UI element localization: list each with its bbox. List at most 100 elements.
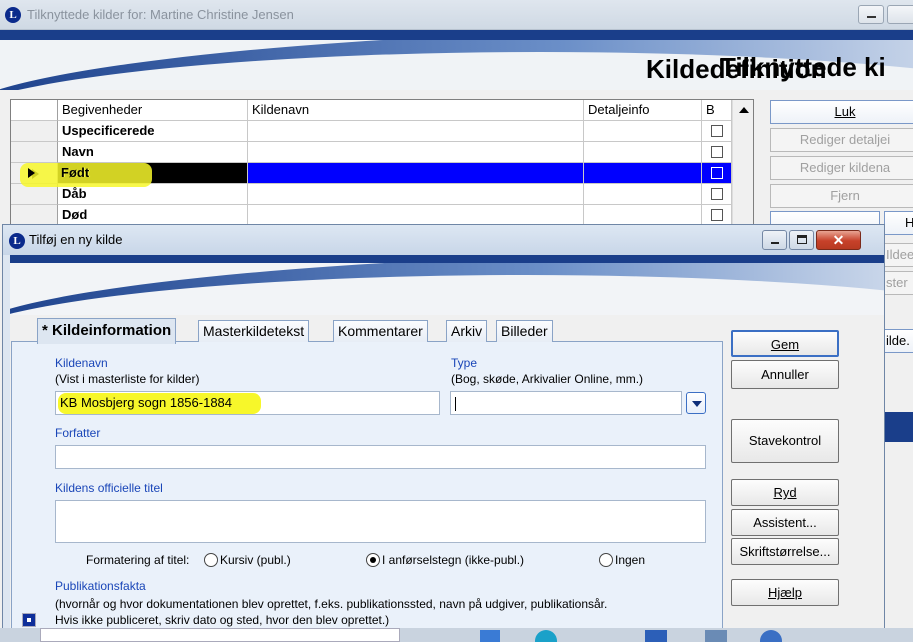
detail-cell: [584, 142, 702, 163]
annuller-button[interactable]: Annuller: [731, 360, 839, 389]
stavekontrol-button[interactable]: Stavekontrol: [731, 419, 839, 463]
b-checkbox[interactable]: [711, 188, 723, 200]
forfatter-label: Forfatter: [55, 426, 101, 440]
titel-input[interactable]: [55, 500, 706, 543]
source-cell: [248, 163, 584, 184]
maximize-button[interactable]: [887, 5, 913, 24]
row-selector[interactable]: [11, 142, 58, 163]
b-cell: [702, 121, 732, 142]
tab-label: Masterkildetekst: [203, 323, 305, 339]
tab-billeder[interactable]: Billeder: [496, 320, 553, 342]
ryd-button[interactable]: Ryd: [731, 479, 839, 506]
ryd-label: Ryd: [773, 485, 797, 500]
text-caret: [455, 396, 456, 411]
formatering-label: Formatering af titel:: [86, 553, 189, 567]
radio-button-icon[interactable]: [204, 553, 218, 567]
grid-header-row: Begivenheder Kildenavn Detaljeinfo B: [11, 100, 753, 121]
tab-masterkildetekst[interactable]: Masterkildetekst: [198, 320, 310, 342]
field-options-icon[interactable]: [22, 613, 36, 627]
tab-arkiv[interactable]: Arkiv: [446, 320, 488, 342]
kildenavn-input[interactable]: KB Mosbjerg sogn 1856-1884: [55, 391, 440, 415]
minimize-icon: [867, 16, 876, 18]
luk-button[interactable]: Luk: [770, 100, 913, 124]
b-checkbox[interactable]: [711, 167, 723, 179]
radio-ingen[interactable]: Ingen: [599, 553, 645, 567]
grid-scrollbar[interactable]: [732, 100, 753, 228]
b-cell: [702, 142, 732, 163]
taskbar-app-icon[interactable]: [760, 630, 782, 642]
partial-button-1[interactable]: Ildee: [884, 243, 913, 267]
hjaelp-label: Hjælp: [768, 585, 802, 600]
fjern-label: Fjern: [830, 188, 860, 203]
taskbar-app-icon[interactable]: [480, 630, 500, 642]
publikationsfakta-hint-2: Hvis ikke publiceret, skriv dato og sted…: [55, 613, 390, 627]
radio-button-icon[interactable]: [599, 553, 613, 567]
table-row[interactable]: Navn: [11, 142, 753, 163]
fjern-button[interactable]: Fjern: [770, 184, 913, 208]
column-header-begivenheder[interactable]: Begivenheder: [58, 100, 248, 121]
partial-button-h[interactable]: H: [884, 211, 913, 235]
tab-kildeinformation[interactable]: * Kildeinformation: [37, 318, 177, 344]
taskbar-app-icon[interactable]: [535, 630, 557, 642]
detail-cell: [584, 205, 702, 226]
dialog-minimize-button[interactable]: [762, 230, 787, 250]
back-window-title: Tilknyttede kilder for: Martine Christin…: [27, 7, 294, 22]
radio-kursiv[interactable]: Kursiv (publ.): [204, 553, 291, 567]
kildenavn-value: KB Mosbjerg sogn 1856-1884: [60, 395, 233, 410]
chevron-down-icon: [692, 401, 702, 407]
rediger-detaljer-label: Rediger detaljei: [799, 132, 891, 147]
type-combobox[interactable]: [450, 391, 682, 415]
tab-label: Arkiv: [451, 323, 483, 339]
row-selector[interactable]: [11, 121, 58, 142]
taskbar-app-icon[interactable]: [645, 630, 667, 642]
skriftstoerrelse-button[interactable]: Skriftstørrelse...: [731, 538, 839, 565]
column-header-b[interactable]: B: [702, 100, 732, 121]
row-selector[interactable]: [11, 184, 58, 205]
column-header-detaljeinfo[interactable]: Detaljeinfo: [584, 100, 702, 121]
assistent-button[interactable]: Assistent...: [731, 509, 839, 536]
taskbar-preview: [40, 628, 400, 642]
table-row[interactable]: Uspecificerede: [11, 121, 753, 142]
event-cell: Navn: [58, 142, 248, 163]
radio-anfoerselstegn[interactable]: I anførselstegn (ikke-publ.): [366, 553, 524, 567]
partial-button-3[interactable]: ilde.: [884, 329, 913, 353]
current-row-arrow-icon: [28, 168, 35, 178]
rediger-detaljer-button[interactable]: Rediger detaljei: [770, 128, 913, 152]
app-logo-icon: L: [9, 233, 25, 249]
partial-button-2[interactable]: ster: [884, 271, 913, 295]
b-checkbox[interactable]: [711, 125, 723, 137]
taskbar-app-icon[interactable]: [705, 630, 727, 642]
partial-2-label: ster: [886, 275, 908, 290]
dialog-maximize-button[interactable]: [789, 230, 814, 250]
detail-cell: [584, 163, 702, 184]
back-window-titlebar: L Tilknyttede kilder for: Martine Christ…: [0, 0, 913, 30]
b-checkbox[interactable]: [711, 146, 723, 158]
hjaelp-button[interactable]: Hjælp: [731, 579, 839, 606]
b-cell: [702, 205, 732, 226]
tab-label: * Kildeinformation: [42, 322, 172, 339]
column-header-kildenavn[interactable]: Kildenavn: [248, 100, 584, 121]
gem-button[interactable]: Gem: [731, 330, 839, 357]
minimize-button[interactable]: [858, 5, 884, 24]
dialog-close-button[interactable]: ✕: [816, 230, 861, 250]
luk-label: Luk: [834, 104, 856, 119]
minimize-icon: [771, 242, 779, 244]
b-checkbox[interactable]: [711, 209, 723, 221]
radio-button-selected-icon[interactable]: [366, 553, 380, 567]
rediger-kildenavn-button[interactable]: Rediger kildena: [770, 156, 913, 180]
taskbar: [0, 628, 913, 642]
b-cell: [702, 163, 732, 184]
forfatter-input[interactable]: [55, 445, 706, 469]
source-cell: [248, 121, 584, 142]
dialog-title: Tilføj en ny kilde: [29, 232, 123, 247]
table-row[interactable]: Død: [11, 205, 753, 226]
radio-ingen-label: Ingen: [615, 553, 646, 567]
rediger-kildenavn-label: Rediger kildena: [799, 160, 891, 175]
type-dropdown-button[interactable]: [686, 392, 706, 414]
table-row[interactable]: Dåb: [11, 184, 753, 205]
dialog-titlebar: L Tilføj en ny kilde ✕: [3, 225, 884, 255]
row-selector[interactable]: [11, 205, 58, 226]
tab-kommentarer[interactable]: Kommentarer: [333, 320, 428, 342]
publikationsfakta-label: Publikationsfakta: [55, 579, 146, 593]
scroll-up-icon[interactable]: [739, 107, 749, 113]
